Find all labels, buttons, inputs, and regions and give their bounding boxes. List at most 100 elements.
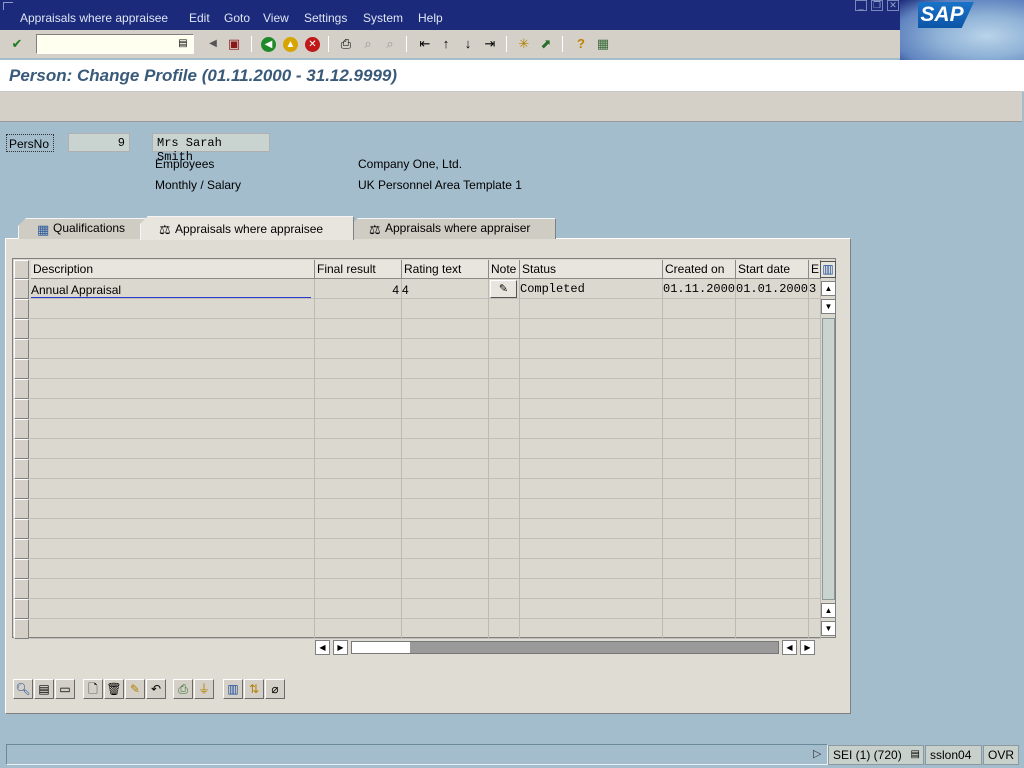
table-row (30, 398, 820, 399)
scroll-track[interactable] (822, 318, 835, 600)
persno-field: 9 (68, 133, 130, 152)
row-selector[interactable] (14, 299, 29, 319)
previous-page-icon[interactable]: ↑ (437, 35, 455, 53)
filter-icon[interactable]: ⏚ (194, 679, 214, 699)
print-icon[interactable]: ⎙ (173, 679, 193, 699)
scroll-page-up-icon[interactable]: ▲ (821, 603, 836, 618)
system-menu-icon[interactable] (3, 2, 13, 10)
table-row (30, 318, 820, 319)
customize-layout-icon[interactable]: ▦ (594, 35, 612, 53)
delete-icon[interactable]: 🗑︎ (104, 679, 124, 699)
edit-pencil-icon[interactable]: ✎ (125, 679, 145, 699)
insert-mode[interactable]: OVR (983, 745, 1019, 765)
tab-appraisals-where-appraisee[interactable]: ⚖ Appraisals where appraisee (140, 216, 354, 240)
enter-check-icon[interactable]: ✔ (8, 35, 26, 53)
scroll-left-icon[interactable]: ◀ (315, 640, 330, 655)
row-selector[interactable] (14, 319, 29, 339)
note-icon[interactable]: ✎ (490, 280, 517, 298)
cell-description[interactable]: Annual Appraisal (31, 283, 311, 298)
row-selector[interactable] (14, 439, 29, 459)
scroll-up-icon[interactable]: ▲ (821, 281, 836, 296)
cell-status[interactable]: Completed (520, 282, 660, 296)
command-field[interactable] (36, 34, 194, 54)
row-selector[interactable] (14, 399, 29, 419)
col-header-description[interactable]: Description (31, 260, 315, 279)
col-header-final-result[interactable]: Final result (315, 260, 402, 279)
menu-edit[interactable]: Edit (189, 11, 210, 25)
menu-appraisals[interactable]: Appraisals where appraisee (20, 11, 168, 25)
restore-icon[interactable]: ❐ (871, 0, 883, 11)
scroll-down-icon[interactable]: ▼ (821, 299, 836, 314)
row-selector[interactable] (14, 279, 29, 299)
menu-help[interactable]: Help (418, 11, 443, 25)
row-selector[interactable] (14, 499, 29, 519)
hscroll-thumb[interactable] (352, 642, 410, 653)
tab-qualifications[interactable]: ▦ Qualifications (18, 218, 146, 239)
row-selector[interactable] (14, 339, 29, 359)
last-page-icon[interactable]: ⇥ (481, 35, 499, 53)
back-icon[interactable]: ◀ (261, 37, 276, 52)
col-header-note[interactable]: Note (489, 260, 520, 279)
cell-rating-text[interactable]: 4 (402, 283, 486, 297)
scroll-page-down-icon[interactable]: ▼ (821, 621, 836, 636)
menu-goto[interactable]: Goto (224, 11, 250, 25)
row-selector[interactable] (14, 579, 29, 599)
tab-appraisals-where-appraiser[interactable]: ⚖ Appraisals where appraiser (350, 218, 556, 239)
horizontal-scrollbar[interactable]: ◀ ▶ ◀ ▶ (315, 640, 815, 655)
table-row (30, 638, 820, 639)
column-layout-icon[interactable]: ▥ (223, 679, 243, 699)
create-session-icon[interactable]: ✳ (515, 35, 533, 53)
scroll-left-step-icon[interactable]: ◀ (782, 640, 797, 655)
system-info[interactable]: SEI (1) (720) ▤ (828, 745, 924, 765)
row-selector[interactable] (14, 519, 29, 539)
exit-icon[interactable]: ▲ (283, 37, 298, 52)
sort-icon[interactable]: ⇅ (244, 679, 264, 699)
save-icon[interactable]: ▣ (225, 35, 243, 53)
undo-icon[interactable]: ↶ (146, 679, 166, 699)
cell-final-result[interactable]: 4 (315, 283, 399, 297)
cell-extra[interactable]: 3 (809, 282, 820, 296)
col-header-status[interactable]: Status (520, 260, 663, 279)
row-selector[interactable] (14, 359, 29, 379)
system-info-dropdown-icon[interactable]: ▤ (911, 746, 920, 764)
cell-start-date[interactable]: 01.01.2000 (736, 282, 808, 296)
row-selector[interactable] (14, 479, 29, 499)
menu-settings[interactable]: Settings (304, 11, 347, 25)
col-header-rating-text[interactable]: Rating text (402, 260, 489, 279)
print-icon[interactable]: ⎙ (337, 35, 355, 53)
menu-view[interactable]: View (263, 11, 289, 25)
row-selector[interactable] (14, 379, 29, 399)
help-icon[interactable]: ? (572, 35, 590, 53)
employee-group: Employees (155, 157, 215, 171)
next-page-icon[interactable]: ↓ (459, 35, 477, 53)
deselect-all-icon[interactable]: ▭ (55, 679, 75, 699)
create-icon[interactable]: 🗋︎ (83, 679, 103, 699)
hscroll-track[interactable] (351, 641, 779, 654)
expand-left-icon[interactable]: ◀ (204, 35, 222, 53)
command-dropdown-icon[interactable]: ▤ (178, 38, 188, 50)
detail-icon[interactable]: 🔍︎ (13, 679, 33, 699)
cancel-icon[interactable]: ✕ (305, 37, 320, 52)
scroll-right-step-icon[interactable]: ▶ (333, 640, 348, 655)
cell-created-on[interactable]: 01.11.2000 (663, 282, 735, 296)
persno-label: PersNo (6, 134, 54, 152)
close-icon[interactable]: ✕ (887, 0, 899, 11)
vertical-scrollbar[interactable]: ▲ ▼ ▲ ▼ (821, 279, 836, 637)
row-selector[interactable] (14, 419, 29, 439)
shortcut-icon[interactable]: ⬈ (537, 35, 555, 53)
row-selector[interactable] (14, 599, 29, 619)
table-settings-icon[interactable]: ▥ (820, 261, 836, 278)
first-page-icon[interactable]: ⇤ (416, 35, 434, 53)
col-header-created-on[interactable]: Created on (663, 260, 736, 279)
row-selector[interactable] (14, 539, 29, 559)
status-expand-icon[interactable]: ▷ (813, 747, 821, 760)
row-selector[interactable] (14, 619, 29, 639)
scroll-right-icon[interactable]: ▶ (800, 640, 815, 655)
row-selector[interactable] (14, 459, 29, 479)
col-header-start-date[interactable]: Start date (736, 260, 809, 279)
deactivate-icon[interactable]: ⌀ (265, 679, 285, 699)
minimize-icon[interactable]: _ (855, 0, 867, 11)
menu-system[interactable]: System (363, 11, 403, 25)
select-all-icon[interactable]: ▤ (34, 679, 54, 699)
row-selector[interactable] (14, 559, 29, 579)
